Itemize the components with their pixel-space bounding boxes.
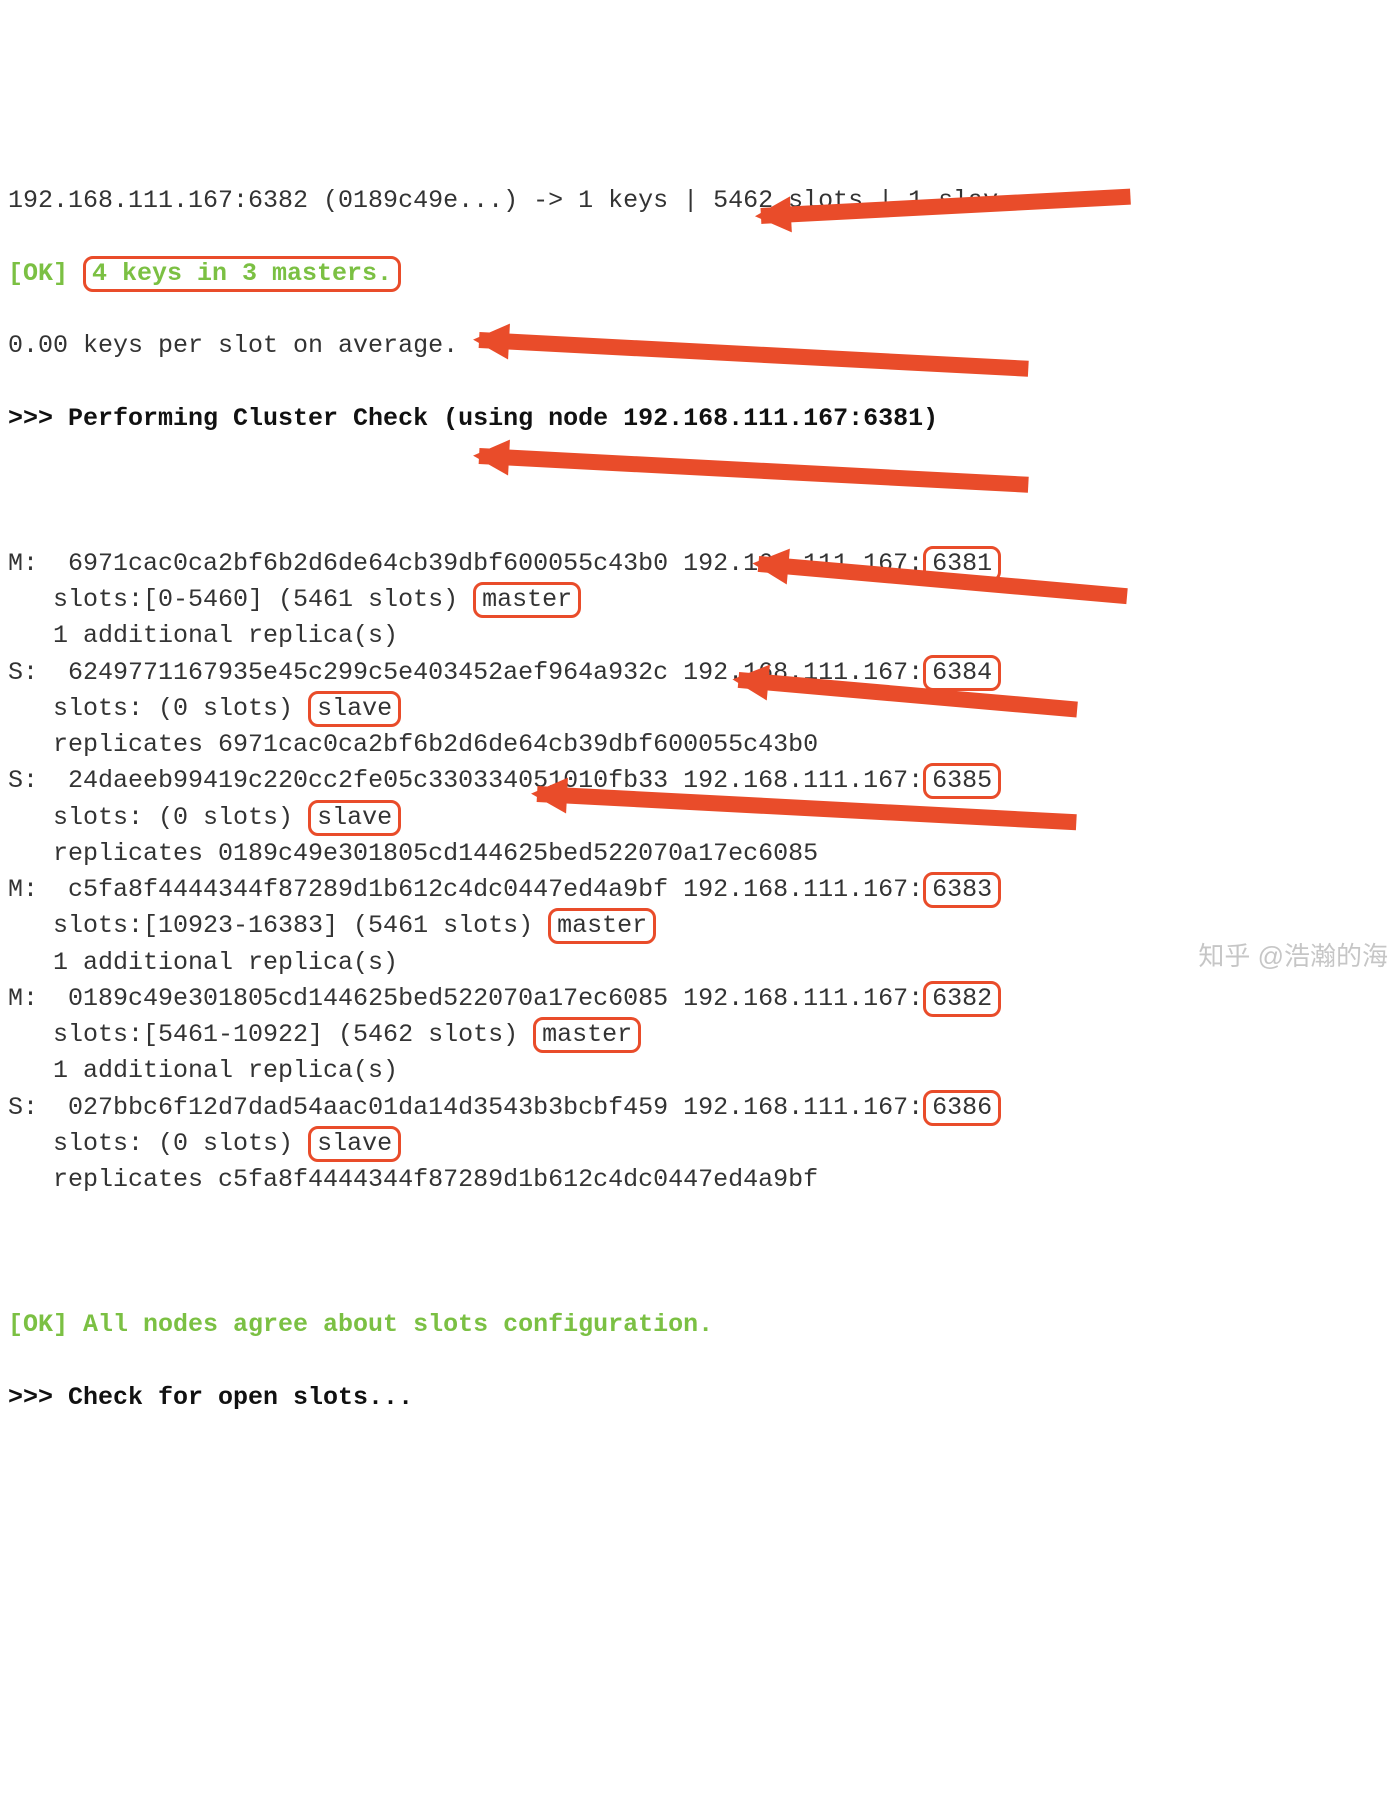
ok-msg-box: 4 keys in 3 masters. <box>83 256 401 292</box>
node-id: 027bbc6f12d7dad54aac01da14d3543b3bcbf459 <box>68 1093 668 1122</box>
node-header: S: 6249771167935e45c299c5e403452aef964a9… <box>8 655 1396 691</box>
node-extra-line: replicates 6971cac0ca2bf6b2d6de64cb39dbf… <box>8 727 1396 763</box>
node-role-box: master <box>473 582 581 618</box>
node-prefix: M: <box>8 875 68 904</box>
node-extra-line: 1 additional replica(s) <box>8 945 1396 981</box>
node-prefix: S: <box>8 766 68 795</box>
node-extra-line: replicates 0189c49e301805cd144625bed5220… <box>8 836 1396 872</box>
node-slots-line: slots: (0 slots) slave <box>8 691 1396 727</box>
watermark: 知乎 @浩瀚的海 <box>1198 938 1388 976</box>
node-slots: slots:[5461-10922] (5462 slots) <box>8 1020 533 1049</box>
node-id: 6249771167935e45c299c5e403452aef964a932c <box>68 658 668 687</box>
node-port-box: 6383 <box>923 872 1001 908</box>
node-prefix: M: <box>8 549 68 578</box>
node-id: 6971cac0ca2bf6b2d6de64cb39dbf600055c43b0 <box>68 549 668 578</box>
node-address: 192.168.111.167: <box>668 1093 923 1122</box>
node-role-box: slave <box>308 800 401 836</box>
node-port-box: 6381 <box>923 546 1001 582</box>
node-address: 192.168.111.167: <box>668 984 923 1013</box>
node-port-box: 6382 <box>923 981 1001 1017</box>
node-address: 192.168.111.167: <box>668 549 923 578</box>
arrow-shaft <box>479 448 1029 493</box>
node-port-box: 6385 <box>923 763 1001 799</box>
cluster-nodes: M: 6971cac0ca2bf6b2d6de64cb39dbf600055c4… <box>8 546 1396 1199</box>
node-header: M: c5fa8f4444344f87289d1b612c4dc0447ed4a… <box>8 872 1396 908</box>
arrow-head-icon <box>472 438 510 476</box>
node-slots: slots: (0 slots) <box>8 694 308 723</box>
node-header: M: 0189c49e301805cd144625bed522070a17ec6… <box>8 981 1396 1017</box>
node-id: 24daeeb99419c220cc2fe05c330334051010fb33 <box>68 766 668 795</box>
node-id: 0189c49e301805cd144625bed522070a17ec6085 <box>68 984 668 1013</box>
node-slots-line: slots:[0-5460] (5461 slots) master <box>8 582 1396 618</box>
node-address: 192.168.111.167: <box>668 658 923 687</box>
node-prefix: S: <box>8 658 68 687</box>
check-open-slots-line: >>> Check for open slots... <box>8 1380 1396 1416</box>
node-id: c5fa8f4444344f87289d1b612c4dc0447ed4a9bf <box>68 875 668 904</box>
node-port-box: 6384 <box>923 655 1001 691</box>
node-prefix: M: <box>8 984 68 1013</box>
node-slots-line: slots:[10923-16383] (5461 slots) master <box>8 908 1396 944</box>
summary-ip-line: 192.168.111.167:6382 (0189c49e...) -> 1 … <box>8 183 1396 219</box>
node-extra-line: replicates c5fa8f4444344f87289d1b612c4dc… <box>8 1162 1396 1198</box>
node-role-box: slave <box>308 1126 401 1162</box>
summary-avg-line: 0.00 keys per slot on average. <box>8 328 1396 364</box>
node-slots: slots: (0 slots) <box>8 1129 308 1158</box>
ok-config-line: [OK] All nodes agree about slots configu… <box>8 1307 1396 1343</box>
node-role-box: slave <box>308 691 401 727</box>
summary-ok-line: [OK] 4 keys in 3 masters. <box>8 256 1396 292</box>
node-extra-line: 1 additional replica(s) <box>8 1053 1396 1089</box>
node-header: S: 24daeeb99419c220cc2fe05c330334051010f… <box>8 763 1396 799</box>
cluster-check-header: >>> Performing Cluster Check (using node… <box>8 401 1396 437</box>
node-address: 192.168.111.167: <box>668 875 923 904</box>
node-header: M: 6971cac0ca2bf6b2d6de64cb39dbf600055c4… <box>8 546 1396 582</box>
node-slots-line: slots: (0 slots) slave <box>8 1126 1396 1162</box>
node-slots: slots:[0-5460] (5461 slots) <box>8 585 473 614</box>
node-role-box: master <box>533 1017 641 1053</box>
node-slots: slots: (0 slots) <box>8 803 308 832</box>
node-address: 192.168.111.167: <box>668 766 923 795</box>
node-role-box: master <box>548 908 656 944</box>
node-port-box: 6386 <box>923 1090 1001 1126</box>
node-extra-line: 1 additional replica(s) <box>8 618 1396 654</box>
node-header: S: 027bbc6f12d7dad54aac01da14d3543b3bcbf… <box>8 1090 1396 1126</box>
node-slots: slots:[10923-16383] (5461 slots) <box>8 911 548 940</box>
node-prefix: S: <box>8 1093 68 1122</box>
node-slots-line: slots: (0 slots) slave <box>8 800 1396 836</box>
node-slots-line: slots:[5461-10922] (5462 slots) master <box>8 1017 1396 1053</box>
ok-prefix: [OK] <box>8 259 83 288</box>
